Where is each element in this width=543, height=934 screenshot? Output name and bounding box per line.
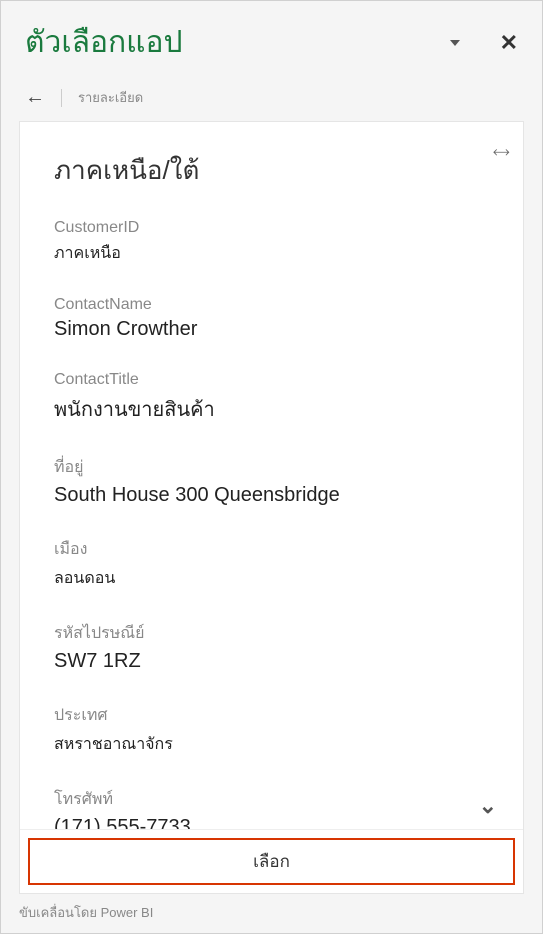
field-address: ที่อยู่ South House 300 Queensbridge bbox=[54, 455, 489, 507]
app-window: ตัวเลือกแอป ✕ ← รายละเอียด ⤢ ภาคเหนือ/ใต… bbox=[0, 0, 543, 934]
field-customer-id: CustomerID ภาคเหนือ bbox=[54, 219, 489, 266]
field-postal-code: รหัสไปรษณีย์ SW7 1RZ bbox=[54, 621, 489, 673]
footer-powered-by: ขับเคลื่อนโดย Power BI bbox=[1, 894, 542, 933]
field-city: เมือง ลอนดอน bbox=[54, 537, 489, 591]
field-value: สหราชอาณาจักร bbox=[54, 732, 489, 757]
field-value: ลอนดอน bbox=[54, 566, 489, 591]
expand-icon[interactable]: ⤢ bbox=[490, 142, 512, 164]
action-bar: เลือก bbox=[20, 829, 523, 893]
content-area: ⤢ ภาคเหนือ/ใต้ CustomerID ภาคเหนือ Conta… bbox=[19, 121, 524, 894]
field-value: (171) 555-7733 bbox=[54, 816, 489, 829]
close-icon[interactable]: ✕ bbox=[500, 32, 518, 54]
field-label: ContactTitle bbox=[54, 371, 489, 389]
field-label: ที่อยู่ bbox=[54, 455, 489, 480]
field-value: South House 300 Queensbridge bbox=[54, 484, 489, 507]
dropdown-caret-icon[interactable] bbox=[450, 40, 460, 46]
field-contact-name: ContactName Simon Crowther bbox=[54, 296, 489, 341]
field-label: ประเทศ bbox=[54, 703, 489, 728]
field-label: CustomerID bbox=[54, 219, 489, 237]
app-title: ตัวเลือกแอป bbox=[25, 19, 183, 66]
title-controls: ✕ bbox=[450, 32, 518, 54]
nav-bar: ← รายละเอียด bbox=[1, 76, 542, 121]
select-button[interactable]: เลือก bbox=[28, 838, 515, 885]
field-phone: โทรศัพท์ (171) 555-7733 bbox=[54, 787, 489, 829]
back-arrow-icon[interactable]: ← bbox=[25, 86, 45, 109]
title-bar: ตัวเลือกแอป ✕ bbox=[1, 1, 542, 76]
field-label: รหัสไปรษณีย์ bbox=[54, 621, 489, 646]
detail-scroll[interactable]: ⤢ ภาคเหนือ/ใต้ CustomerID ภาคเหนือ Conta… bbox=[20, 122, 523, 829]
breadcrumb: รายละเอียด bbox=[78, 87, 143, 108]
field-value: พนักงานขายสินค้า bbox=[54, 393, 489, 425]
field-value: SW7 1RZ bbox=[54, 650, 489, 673]
chevron-down-icon[interactable]: ⌄ bbox=[479, 793, 497, 819]
field-value: ภาคเหนือ bbox=[54, 241, 489, 266]
field-value: Simon Crowther bbox=[54, 318, 489, 341]
field-label: ContactName bbox=[54, 296, 489, 314]
detail-title: ภาคเหนือ/ใต้ bbox=[54, 150, 489, 191]
nav-divider bbox=[61, 89, 62, 107]
field-country: ประเทศ สหราชอาณาจักร bbox=[54, 703, 489, 757]
field-contact-title: ContactTitle พนักงานขายสินค้า bbox=[54, 371, 489, 425]
field-label: โทรศัพท์ bbox=[54, 787, 489, 812]
field-label: เมือง bbox=[54, 537, 489, 562]
